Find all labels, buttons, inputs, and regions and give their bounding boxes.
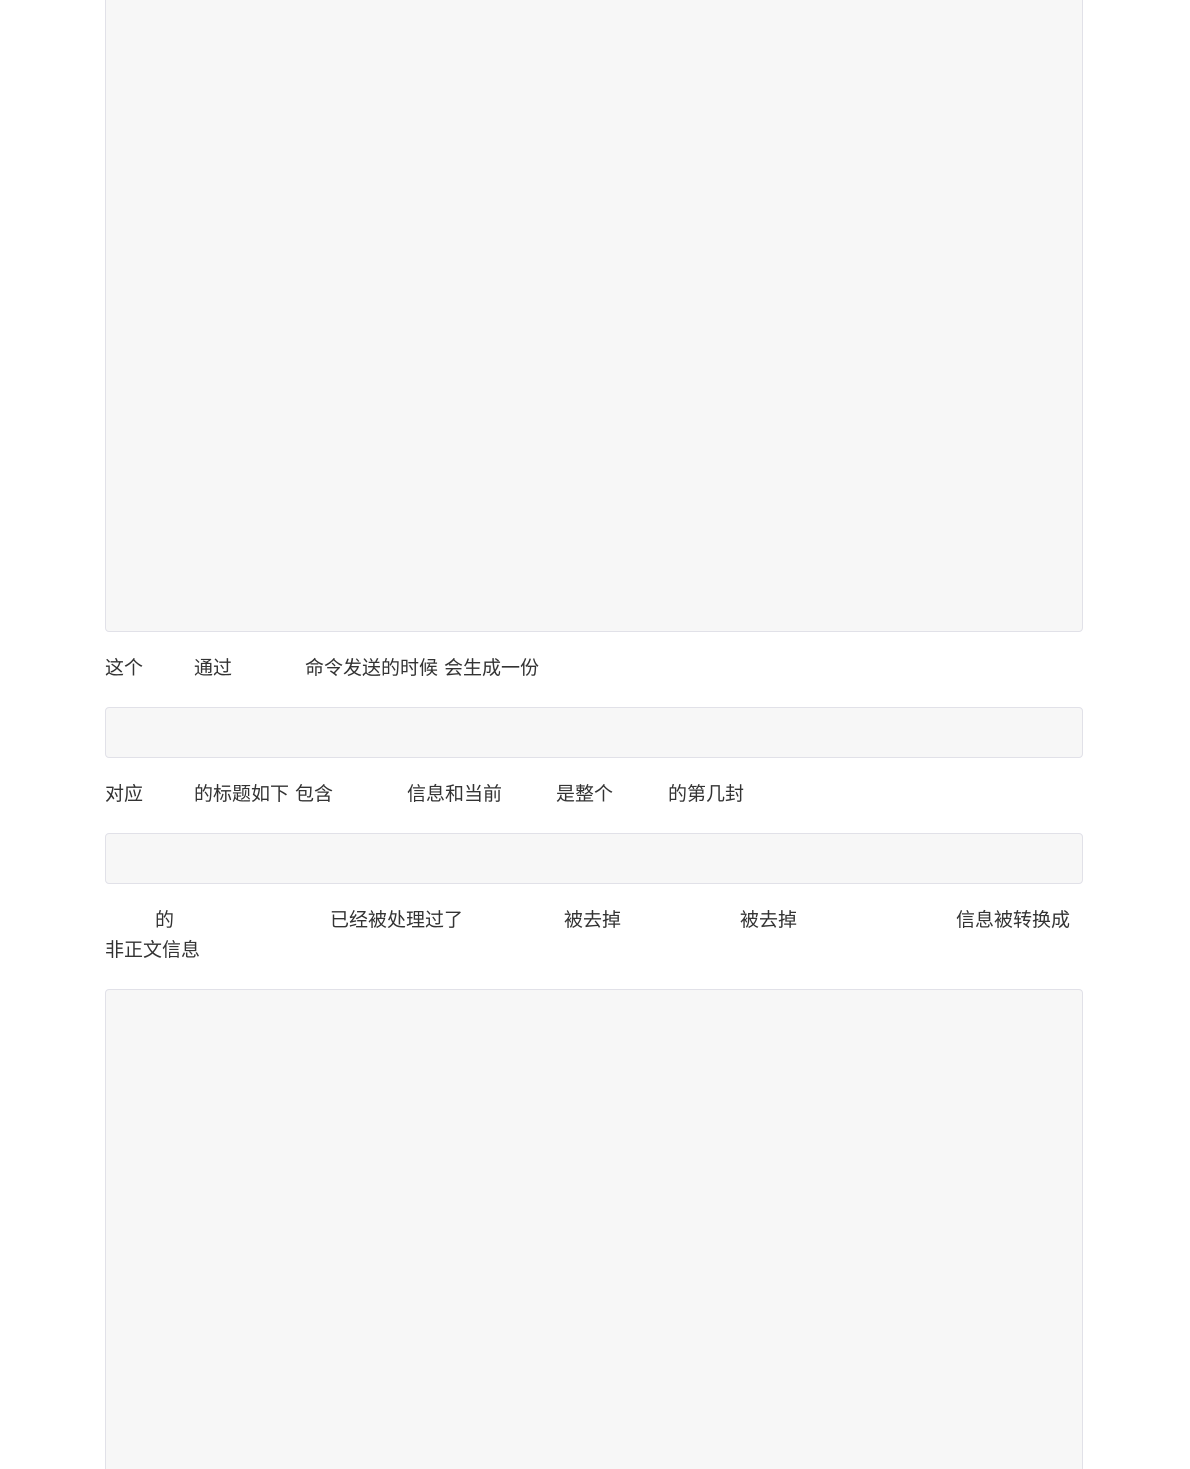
text-fragment: 这个	[105, 657, 144, 679]
text-fragment: 的标题如下 包含	[194, 783, 334, 805]
text-fragment: 被去掉	[564, 909, 622, 931]
text-fragment: 信息被转换成	[956, 909, 1071, 931]
code-block	[105, 0, 1083, 632]
text-fragment: 命令发送的时候 会生成一份	[305, 657, 540, 679]
code-block	[105, 989, 1083, 1469]
text-fragment: 对应	[105, 783, 144, 805]
text-fragment: 的	[155, 909, 175, 931]
text-fragment: 的第几封	[668, 783, 745, 805]
text-fragment: 被去掉	[740, 909, 798, 931]
code-block	[105, 833, 1083, 884]
paragraph: 这个 通过 命令发送的时候 会生成一份	[105, 653, 1085, 683]
text-fragment: 非正文信息	[105, 939, 201, 961]
text-fragment: 通过	[194, 657, 233, 679]
text-fragment: 已经被处理过了	[330, 909, 464, 931]
paragraph: 的 已经被处理过了 被去掉 被去掉 信息被转换成 非正文信息	[105, 905, 1085, 965]
text-fragment: 信息和当前	[407, 783, 503, 805]
code-block	[105, 707, 1083, 758]
paragraph: 对应 的标题如下 包含 信息和当前 是整个 的第几封	[105, 779, 1085, 809]
text-fragment: 是整个	[556, 783, 614, 805]
document-page: 这个 通过 命令发送的时候 会生成一份 对应 的标题如下 包含 信息和当前 是整…	[0, 0, 1190, 1469]
